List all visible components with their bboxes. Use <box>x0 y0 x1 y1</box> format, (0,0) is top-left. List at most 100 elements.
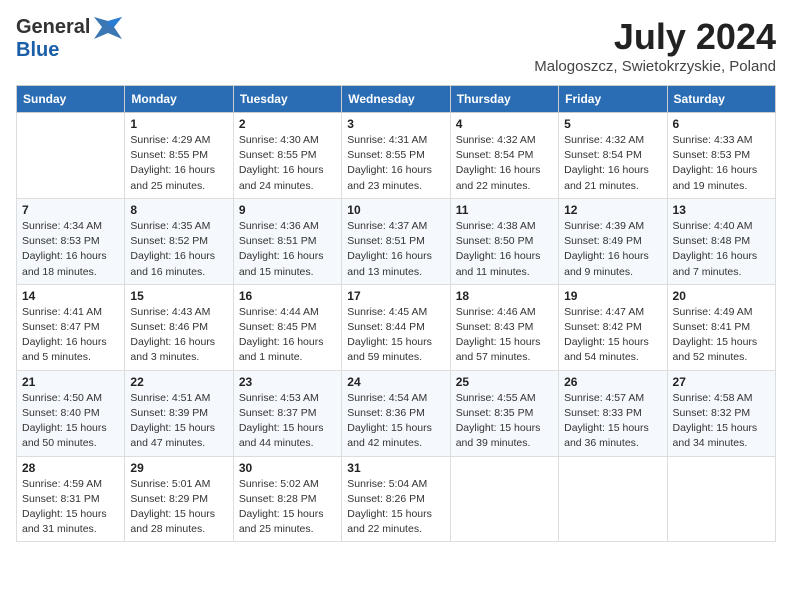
day-of-week-header: Monday <box>125 86 233 113</box>
calendar-day-cell: 24 Sunrise: 4:54 AM Sunset: 8:36 PM Dayli… <box>342 370 450 456</box>
calendar-week-row: 21 Sunrise: 4:50 AM Sunset: 8:40 PM Dayli… <box>17 370 776 456</box>
calendar-day-cell: 6 Sunrise: 4:33 AM Sunset: 8:53 PM Daylig… <box>667 113 775 199</box>
day-number: 20 <box>673 289 770 303</box>
day-number: 24 <box>347 375 444 389</box>
day-info: Sunrise: 4:45 AM Sunset: 8:44 PM Dayligh… <box>347 305 444 366</box>
day-number: 18 <box>456 289 553 303</box>
calendar-week-row: 7 Sunrise: 4:34 AM Sunset: 8:53 PM Daylig… <box>17 198 776 284</box>
day-number: 17 <box>347 289 444 303</box>
calendar-day-cell: 20 Sunrise: 4:49 AM Sunset: 8:41 PM Dayli… <box>667 284 775 370</box>
day-info: Sunrise: 4:38 AM Sunset: 8:50 PM Dayligh… <box>456 219 553 280</box>
day-info: Sunrise: 4:55 AM Sunset: 8:35 PM Dayligh… <box>456 391 553 452</box>
calendar-day-cell: 11 Sunrise: 4:38 AM Sunset: 8:50 PM Dayli… <box>450 198 558 284</box>
day-number: 13 <box>673 203 770 217</box>
day-number: 30 <box>239 461 336 475</box>
logo: General Blue <box>16 16 122 62</box>
day-number: 3 <box>347 117 444 131</box>
title-section: July 2024 Malogoszcz, Swietokrzyskie, Po… <box>534 16 776 75</box>
calendar-day-cell: 26Sunrise: 4:57 AM Sunset: 8:33 PM Dayli… <box>559 370 667 456</box>
day-info: Sunrise: 4:33 AM Sunset: 8:53 PM Dayligh… <box>673 133 770 194</box>
calendar-day-cell: 10Sunrise: 4:37 AM Sunset: 8:51 PM Dayli… <box>342 198 450 284</box>
calendar-day-cell: 9Sunrise: 4:36 AM Sunset: 8:51 PM Daylig… <box>233 198 341 284</box>
day-info: Sunrise: 4:29 AM Sunset: 8:55 PM Dayligh… <box>130 133 227 194</box>
day-number: 7 <box>22 203 119 217</box>
calendar-body: 1 Sunrise: 4:29 AM Sunset: 8:55 PM Daylig… <box>17 113 776 542</box>
day-info: Sunrise: 4:51 AM Sunset: 8:39 PM Dayligh… <box>130 391 227 452</box>
day-info: Sunrise: 4:41 AM Sunset: 8:47 PM Dayligh… <box>22 305 119 366</box>
calendar-day-cell: 25 Sunrise: 4:55 AM Sunset: 8:35 PM Dayli… <box>450 370 558 456</box>
calendar-day-cell: 5 Sunrise: 4:32 AM Sunset: 8:54 PM Daylig… <box>559 113 667 199</box>
calendar-day-cell: 7 Sunrise: 4:34 AM Sunset: 8:53 PM Daylig… <box>17 198 125 284</box>
day-info: Sunrise: 4:53 AM Sunset: 8:37 PM Dayligh… <box>239 391 336 452</box>
day-number: 14 <box>22 289 119 303</box>
day-number: 6 <box>673 117 770 131</box>
day-info: Sunrise: 4:47 AM Sunset: 8:42 PM Dayligh… <box>564 305 661 366</box>
day-info: Sunrise: 4:54 AM Sunset: 8:36 PM Dayligh… <box>347 391 444 452</box>
calendar-day-cell <box>667 456 775 542</box>
day-info: Sunrise: 4:44 AM Sunset: 8:45 PM Dayligh… <box>239 305 336 366</box>
day-number: 4 <box>456 117 553 131</box>
calendar-day-cell: 23 Sunrise: 4:53 AM Sunset: 8:37 PM Dayli… <box>233 370 341 456</box>
calendar-day-cell: 29Sunrise: 5:01 AM Sunset: 8:29 PM Dayli… <box>125 456 233 542</box>
calendar-day-cell <box>450 456 558 542</box>
day-number: 21 <box>22 375 119 389</box>
day-number: 25 <box>456 375 553 389</box>
day-info: Sunrise: 4:30 AM Sunset: 8:55 PM Dayligh… <box>239 133 336 194</box>
calendar-week-row: 28Sunrise: 4:59 AM Sunset: 8:31 PM Dayli… <box>17 456 776 542</box>
day-info: Sunrise: 4:43 AM Sunset: 8:46 PM Dayligh… <box>130 305 227 366</box>
day-number: 23 <box>239 375 336 389</box>
day-info: Sunrise: 4:50 AM Sunset: 8:40 PM Dayligh… <box>22 391 119 452</box>
calendar-day-cell <box>17 113 125 199</box>
day-number: 2 <box>239 117 336 131</box>
day-number: 12 <box>564 203 661 217</box>
day-number: 26 <box>564 375 661 389</box>
day-info: Sunrise: 4:49 AM Sunset: 8:41 PM Dayligh… <box>673 305 770 366</box>
calendar-day-cell: 14 Sunrise: 4:41 AM Sunset: 8:47 PM Dayli… <box>17 284 125 370</box>
day-info: Sunrise: 4:36 AM Sunset: 8:51 PM Dayligh… <box>239 219 336 280</box>
day-number: 28 <box>22 461 119 475</box>
day-info: Sunrise: 4:46 AM Sunset: 8:43 PM Dayligh… <box>456 305 553 366</box>
calendar-day-cell: 30 Sunrise: 5:02 AM Sunset: 8:28 PM Dayli… <box>233 456 341 542</box>
calendar-day-cell: 17 Sunrise: 4:45 AM Sunset: 8:44 PM Dayli… <box>342 284 450 370</box>
calendar-week-row: 1 Sunrise: 4:29 AM Sunset: 8:55 PM Daylig… <box>17 113 776 199</box>
day-of-week-header: Friday <box>559 86 667 113</box>
day-of-week-header: Tuesday <box>233 86 341 113</box>
calendar-day-cell: 8Sunrise: 4:35 AM Sunset: 8:52 PM Daylig… <box>125 198 233 284</box>
day-number: 15 <box>130 289 227 303</box>
logo-bird-icon <box>94 17 122 39</box>
day-info: Sunrise: 5:04 AM Sunset: 8:26 PM Dayligh… <box>347 477 444 538</box>
calendar-header: SundayMondayTuesdayWednesdayThursdayFrid… <box>17 86 776 113</box>
day-info: Sunrise: 4:31 AM Sunset: 8:55 PM Dayligh… <box>347 133 444 194</box>
calendar-day-cell: 16Sunrise: 4:44 AM Sunset: 8:45 PM Dayli… <box>233 284 341 370</box>
day-info: Sunrise: 4:58 AM Sunset: 8:32 PM Dayligh… <box>673 391 770 452</box>
day-info: Sunrise: 4:32 AM Sunset: 8:54 PM Dayligh… <box>456 133 553 194</box>
calendar-day-cell: 3 Sunrise: 4:31 AM Sunset: 8:55 PM Daylig… <box>342 113 450 199</box>
calendar-day-cell: 28Sunrise: 4:59 AM Sunset: 8:31 PM Dayli… <box>17 456 125 542</box>
page-header: General Blue July 2024 Malogoszcz, Swiet… <box>16 16 776 75</box>
calendar-day-cell: 12Sunrise: 4:39 AM Sunset: 8:49 PM Dayli… <box>559 198 667 284</box>
day-number: 31 <box>347 461 444 475</box>
day-number: 22 <box>130 375 227 389</box>
calendar-week-row: 14 Sunrise: 4:41 AM Sunset: 8:47 PM Dayli… <box>17 284 776 370</box>
day-number: 1 <box>130 117 227 131</box>
calendar-day-cell: 2 Sunrise: 4:30 AM Sunset: 8:55 PM Daylig… <box>233 113 341 199</box>
day-number: 11 <box>456 203 553 217</box>
month-title: July 2024 <box>534 16 776 58</box>
day-number: 29 <box>130 461 227 475</box>
calendar-day-cell: 19Sunrise: 4:47 AM Sunset: 8:42 PM Dayli… <box>559 284 667 370</box>
calendar-day-cell: 15 Sunrise: 4:43 AM Sunset: 8:46 PM Dayli… <box>125 284 233 370</box>
calendar-day-cell: 13 Sunrise: 4:40 AM Sunset: 8:48 PM Dayli… <box>667 198 775 284</box>
day-info: Sunrise: 4:34 AM Sunset: 8:53 PM Dayligh… <box>22 219 119 280</box>
calendar-day-cell: 1 Sunrise: 4:29 AM Sunset: 8:55 PM Daylig… <box>125 113 233 199</box>
day-info: Sunrise: 5:02 AM Sunset: 8:28 PM Dayligh… <box>239 477 336 538</box>
calendar-day-cell: 21 Sunrise: 4:50 AM Sunset: 8:40 PM Dayli… <box>17 370 125 456</box>
day-info: Sunrise: 4:40 AM Sunset: 8:48 PM Dayligh… <box>673 219 770 280</box>
calendar-table: SundayMondayTuesdayWednesdayThursdayFrid… <box>16 85 776 542</box>
day-of-week-header: Wednesday <box>342 86 450 113</box>
calendar-day-cell <box>559 456 667 542</box>
day-info: Sunrise: 4:37 AM Sunset: 8:51 PM Dayligh… <box>347 219 444 280</box>
day-number: 5 <box>564 117 661 131</box>
day-number: 8 <box>130 203 227 217</box>
day-info: Sunrise: 4:32 AM Sunset: 8:54 PM Dayligh… <box>564 133 661 194</box>
calendar-day-cell: 27Sunrise: 4:58 AM Sunset: 8:32 PM Dayli… <box>667 370 775 456</box>
